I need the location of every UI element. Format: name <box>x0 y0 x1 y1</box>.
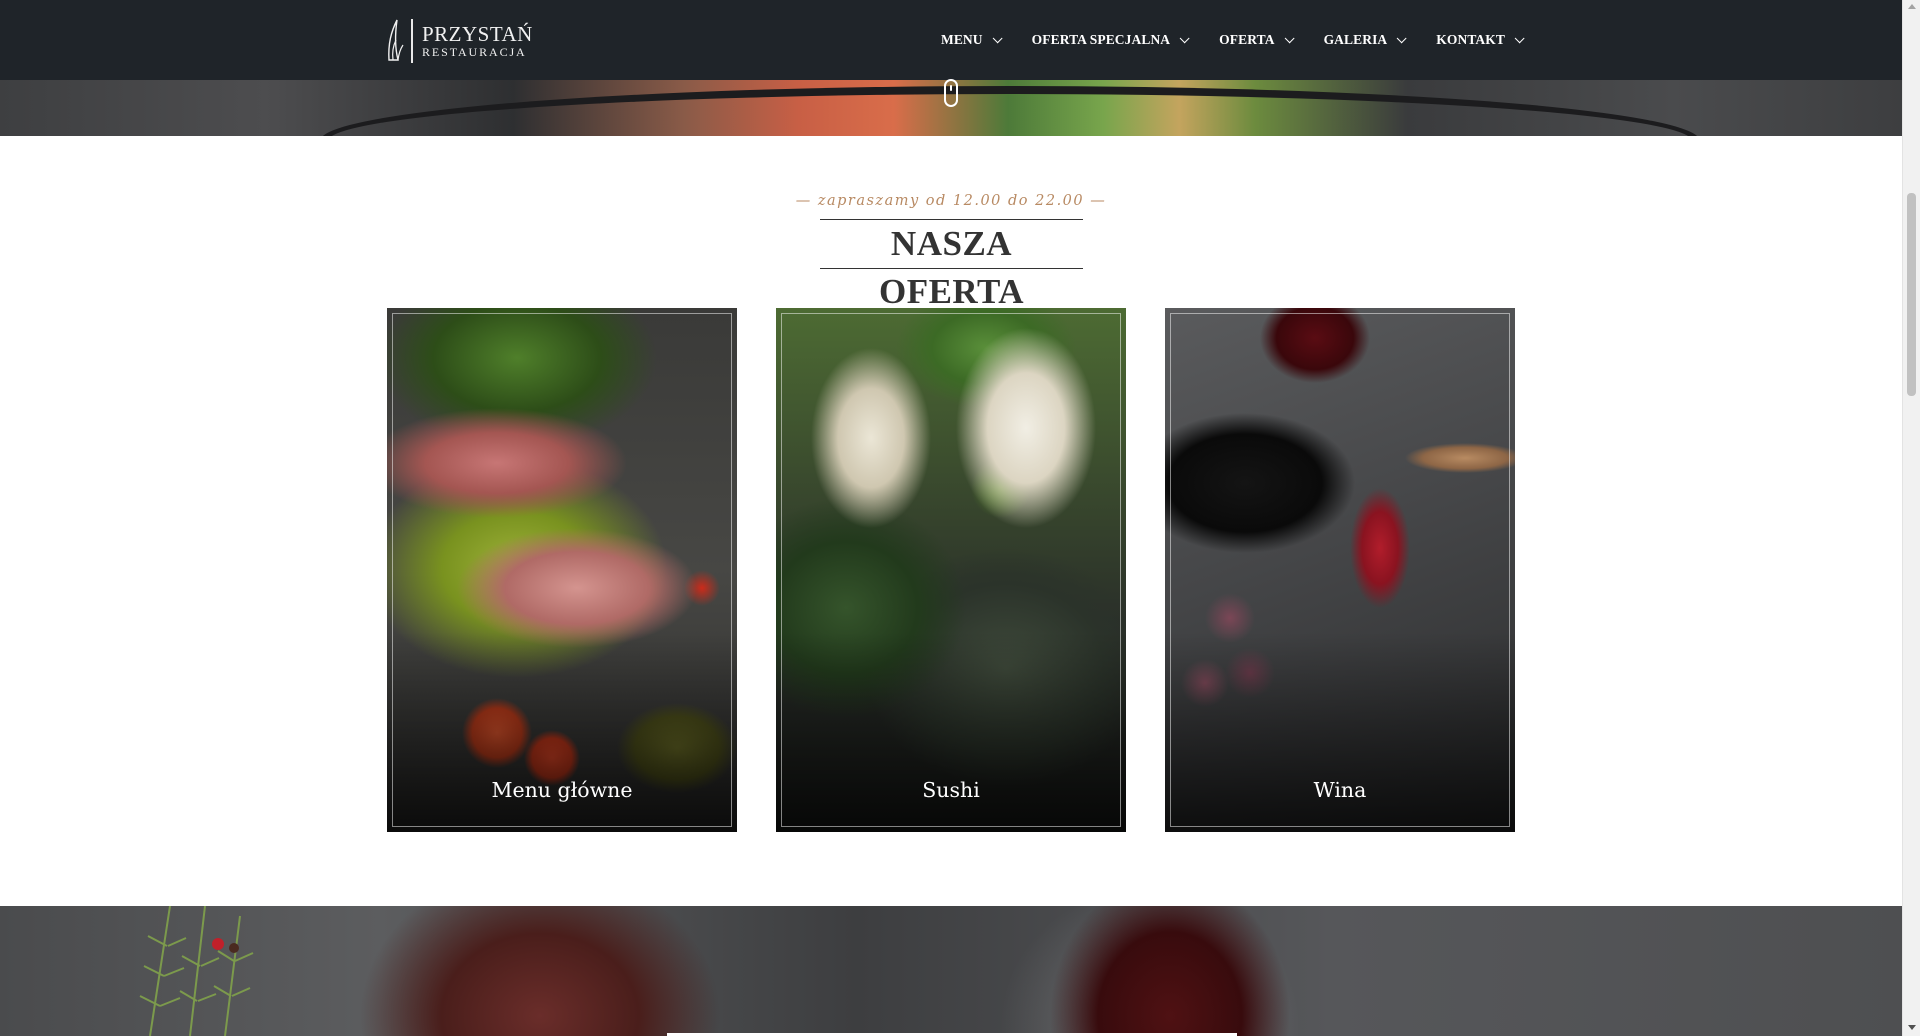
nav-item-label: OFERTA SPECJALNA <box>1031 32 1171 47</box>
offer-card-label: Menu główne <box>491 778 633 802</box>
chevron-down-icon <box>1179 32 1190 43</box>
nav-item-label: KONTAKT <box>1436 32 1505 47</box>
card-frame <box>392 313 732 827</box>
scroll-up-arrow-icon[interactable] <box>1908 4 1916 9</box>
scroll-down-arrow-icon[interactable] <box>1908 1025 1916 1030</box>
card-frame <box>781 313 1121 827</box>
offer-cards: Menu główne Sushi Wina <box>387 308 1515 832</box>
nav-item-galeria[interactable]: GALERIA <box>1323 32 1407 48</box>
hero-plate-shape <box>320 86 1700 136</box>
nav-item-label: GALERIA <box>1323 32 1388 47</box>
top-navigation-bar: PRZYSTAŃ RESTAURACJA MENU OFERTA SPECJAL… <box>0 0 1902 80</box>
nav-item-menu[interactable]: MENU <box>940 32 1003 48</box>
opening-hours-tagline: — zapraszamy od 12.00 do 22.00 — <box>795 193 1107 209</box>
nav-item-oferta[interactable]: OFERTA <box>1219 32 1295 48</box>
steak-wine-background-section <box>0 906 1902 1036</box>
offer-card-wina[interactable]: Wina <box>1165 308 1515 832</box>
nav-item-label: OFERTA <box>1219 32 1275 47</box>
offer-card-menu-glowne[interactable]: Menu główne <box>387 308 737 832</box>
nav-item-oferta-specjalna[interactable]: OFERTA SPECJALNA <box>1031 32 1190 48</box>
chevron-down-icon <box>1514 32 1525 43</box>
logo-divider <box>411 19 413 63</box>
main-nav: MENU OFERTA SPECJALNA OFERTA GALERIA KON… <box>908 0 1525 80</box>
card-frame <box>1170 313 1510 827</box>
offer-card-label: Sushi <box>922 778 980 802</box>
chevron-down-icon <box>1396 32 1407 43</box>
offer-section: — zapraszamy od 12.00 do 22.00 — NASZA O… <box>0 136 1902 906</box>
offer-card-label: Wina <box>1313 778 1367 802</box>
page-scrollbar[interactable] <box>1902 0 1920 1036</box>
offer-card-sushi[interactable]: Sushi <box>776 308 1126 832</box>
nav-item-kontakt[interactable]: KONTAKT <box>1436 32 1525 48</box>
scrollbar-thumb[interactable] <box>1907 193 1916 396</box>
brand-title: PRZYSTAŃ <box>422 22 533 46</box>
scroll-down-mouse-icon[interactable] <box>944 79 958 107</box>
chevron-down-icon <box>1284 32 1295 43</box>
nav-item-label: MENU <box>940 32 983 47</box>
brand-logo[interactable]: PRZYSTAŃ RESTAURACJA <box>385 18 533 64</box>
section-heading-frame: NASZA OFERTA <box>820 219 1083 311</box>
rosemary-decoration <box>139 906 254 1036</box>
brand-wordmark: PRZYSTAŃ RESTAURACJA <box>422 22 533 59</box>
sail-logo-icon <box>388 19 404 61</box>
section-heading: NASZA OFERTA <box>878 224 1025 311</box>
brand-subtitle: RESTAURACJA <box>422 45 527 59</box>
chevron-down-icon <box>992 32 1003 43</box>
